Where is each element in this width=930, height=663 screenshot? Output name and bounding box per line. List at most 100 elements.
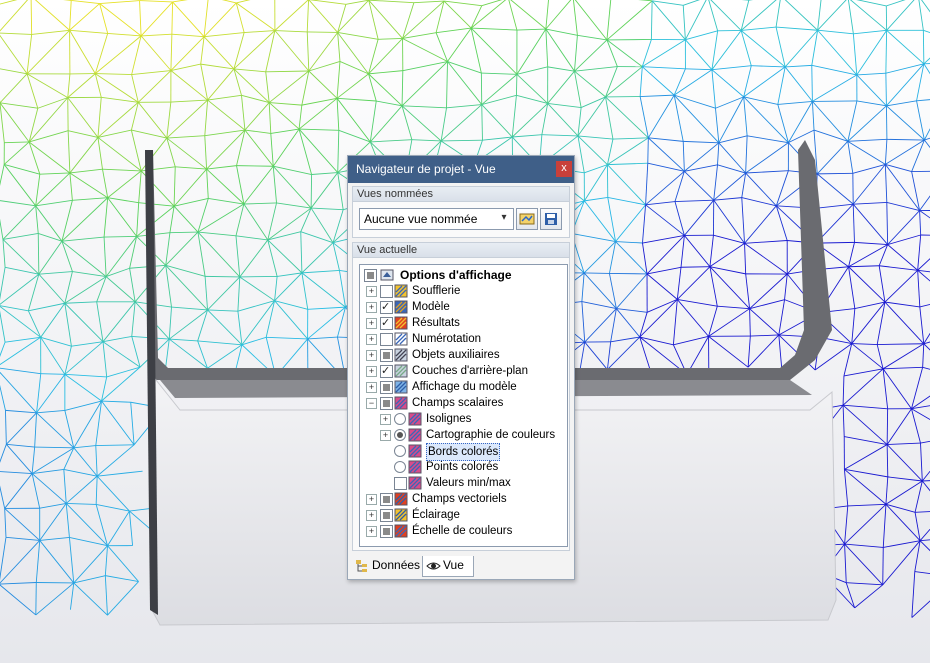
numbering-icon xyxy=(394,332,408,346)
checkbox[interactable] xyxy=(380,397,393,410)
tab-data-label: Données xyxy=(372,558,421,572)
scalar-fields-icon xyxy=(394,396,408,410)
checkbox[interactable] xyxy=(380,525,393,538)
radio-button[interactable] xyxy=(394,445,406,457)
tree-item-main-1[interactable]: + Modèle xyxy=(362,299,562,315)
tree-item-label: Résultats xyxy=(412,317,460,329)
radio-button[interactable] xyxy=(394,429,406,441)
close-icon[interactable]: x xyxy=(556,161,572,177)
tree-item-label: Couches d'arrière-plan xyxy=(412,365,528,377)
navigator-title: Navigateur de projet - Vue xyxy=(356,162,496,176)
tree-item-scalar-2[interactable]: +Bords colorés xyxy=(362,443,562,461)
results-icon xyxy=(394,316,408,330)
checkbox[interactable] xyxy=(380,349,393,362)
mesh-edge xyxy=(811,65,813,102)
checkbox[interactable] xyxy=(380,509,393,522)
tree-item-label: Objets auxiliaires xyxy=(412,349,500,361)
expand-toggle[interactable]: + xyxy=(366,302,377,313)
mesh-edge xyxy=(680,266,710,268)
checkbox[interactable] xyxy=(380,381,393,394)
named-view-select[interactable]: Aucune vue nommée ▾ xyxy=(359,208,514,230)
mesh-edge xyxy=(647,137,649,164)
expand-toggle[interactable]: + xyxy=(366,510,377,521)
data-tree-icon xyxy=(356,560,367,572)
mesh-edge xyxy=(920,234,930,236)
mesh-edge xyxy=(922,30,925,64)
radio-button[interactable] xyxy=(394,413,406,425)
current-view-group: Vue actuelle Options d'affichage + Souffl… xyxy=(352,242,570,551)
checkbox[interactable] xyxy=(380,315,393,331)
tab-data[interactable]: Données xyxy=(352,556,426,576)
expand-toggle[interactable]: + xyxy=(366,366,377,377)
save-view-button[interactable] xyxy=(540,208,562,230)
expand-toggle[interactable]: + xyxy=(366,334,377,345)
chevron-down-icon[interactable]: ▾ xyxy=(498,212,510,224)
color-scale-icon xyxy=(394,524,408,538)
model-display-icon xyxy=(394,380,408,394)
model-icon xyxy=(394,300,408,314)
mesh-edge xyxy=(30,0,33,35)
display-options-tree[interactable]: Options d'affichage + Soufflerie + Modèle + R… xyxy=(359,264,568,547)
navigator-tabs: Données Vue xyxy=(348,554,574,579)
checkbox[interactable] xyxy=(380,299,393,315)
tree-item-scalar-3[interactable]: +Points colorés xyxy=(362,459,562,475)
tree-item-label: Numérotation xyxy=(412,333,482,345)
named-views-group: Vues nommées Aucune vue nommée ▾ xyxy=(352,186,570,238)
tab-view[interactable]: Vue xyxy=(422,556,474,577)
tree-item-main-4[interactable]: + Objets auxiliaires xyxy=(362,347,562,363)
tree-item-label: Échelle de couleurs xyxy=(412,525,513,537)
named-views-header: Vues nommées xyxy=(353,187,569,202)
tree-item-main-0[interactable]: + Soufflerie xyxy=(362,283,562,299)
root-checkbox[interactable] xyxy=(364,269,377,282)
background-layers-icon xyxy=(394,364,408,378)
mesh-edge xyxy=(817,172,853,175)
tree-item-bottom-2[interactable]: + Échelle de couleurs xyxy=(362,523,562,539)
expand-toggle[interactable]: + xyxy=(366,318,377,329)
mesh-edge xyxy=(885,73,887,106)
tab-view-label: Vue xyxy=(443,558,464,572)
lighting-icon xyxy=(394,508,408,522)
mesh-edge xyxy=(307,31,338,33)
project-navigator-panel: Navigateur de projet - Vue x Vues nommée… xyxy=(347,155,575,580)
mesh-edge xyxy=(169,231,198,234)
vector-fields-icon xyxy=(394,492,408,506)
checkbox[interactable] xyxy=(394,477,407,490)
radio-button[interactable] xyxy=(394,461,406,473)
tree-item-main-5[interactable]: + Couches d'arrière-plan xyxy=(362,363,562,379)
scalar-fields-icon xyxy=(408,444,422,458)
expand-toggle[interactable]: + xyxy=(366,350,377,361)
named-view-value: Aucune vue nommée xyxy=(364,212,478,226)
tree-item-scalar-0[interactable]: + Isolignes xyxy=(362,411,562,427)
mesh-edge xyxy=(239,275,278,278)
expand-toggle[interactable]: + xyxy=(380,414,391,425)
expand-toggle[interactable]: + xyxy=(366,286,377,297)
mesh-edge xyxy=(205,275,240,278)
tree-item-main-6[interactable]: + Affichage du modèle xyxy=(362,379,562,395)
expand-toggle[interactable]: + xyxy=(380,430,391,441)
auxiliary-objects-icon xyxy=(394,348,408,362)
tree-item-main-7[interactable]: − Champs scalaires xyxy=(362,395,562,411)
tree-item-main-2[interactable]: + Résultats xyxy=(362,315,562,331)
tree-item-bottom-1[interactable]: + Éclairage xyxy=(362,507,562,523)
display-options-icon xyxy=(380,269,394,281)
expand-toggle[interactable]: + xyxy=(366,526,377,537)
tree-item-label: Champs scalaires xyxy=(412,397,504,409)
checkbox[interactable] xyxy=(380,493,393,506)
expand-toggle[interactable]: + xyxy=(366,382,377,393)
tree-item-label: Points colorés xyxy=(426,461,499,473)
expand-toggle[interactable]: + xyxy=(366,494,377,505)
tree-item-bottom-0[interactable]: + Champs vectoriels xyxy=(362,491,562,507)
tree-item-scalar-1[interactable]: + Cartographie de couleurs xyxy=(362,427,562,443)
mesh-edge xyxy=(37,233,40,275)
mesh-edge xyxy=(236,165,274,167)
checkbox[interactable] xyxy=(380,333,393,346)
tree-item-main-3[interactable]: + Numérotation xyxy=(362,331,562,347)
tree-item-label: Isolignes xyxy=(426,413,472,425)
navigator-titlebar[interactable]: Navigateur de projet - Vue x xyxy=(348,156,574,183)
checkbox[interactable] xyxy=(380,285,393,298)
manage-views-button[interactable] xyxy=(516,208,538,230)
expand-toggle[interactable]: − xyxy=(366,398,377,409)
scalar-fields-icon xyxy=(408,476,422,490)
checkbox[interactable] xyxy=(380,363,393,379)
tree-item-scalar-4[interactable]: +Valeurs min/max xyxy=(362,475,562,491)
